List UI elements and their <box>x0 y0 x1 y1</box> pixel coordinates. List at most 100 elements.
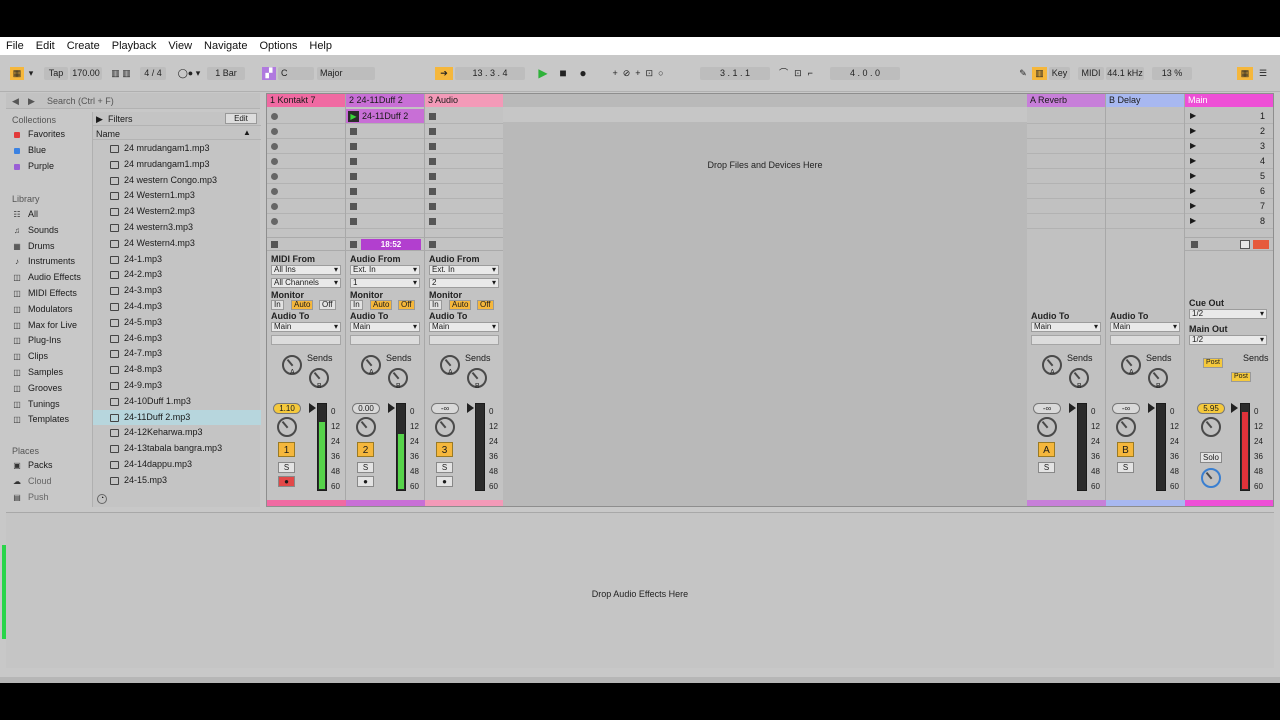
record-arm-slot-icon[interactable] <box>271 218 278 225</box>
clip-slot[interactable]: ▶ 24-11Duff 2 <box>346 109 424 124</box>
clip-slot[interactable] <box>267 214 345 229</box>
track-activator-button[interactable]: 3 <box>436 442 453 457</box>
scene-launch-icon[interactable]: ▶ <box>1190 186 1196 195</box>
clip-slot[interactable] <box>346 184 424 199</box>
volume-fader-handle[interactable] <box>1069 403 1076 413</box>
library-item-9[interactable]: ◫ Clips <box>12 350 48 363</box>
menu-navigate[interactable]: Navigate <box>204 40 247 52</box>
record-arm-slot-icon[interactable] <box>271 188 278 195</box>
audio-out-dropdown[interactable]: Main <box>271 322 341 332</box>
scale-mode-icon[interactable]: ▞ <box>262 67 276 80</box>
clip-slot[interactable] <box>267 154 345 169</box>
name-column-header[interactable]: Name ▲ <box>93 127 261 140</box>
library-item-12[interactable]: ◫ Tunings <box>12 398 59 411</box>
clip-stop-slot-icon[interactable] <box>350 188 357 195</box>
metronome-icon[interactable]: ◯● ▾ <box>174 67 204 80</box>
library-item-13[interactable]: ◫ Templates <box>12 413 69 426</box>
volume-field[interactable]: -∞ <box>1033 403 1061 414</box>
monitor-in-button[interactable]: In <box>271 300 284 310</box>
sort-up-icon[interactable]: ▲ <box>243 128 251 137</box>
file-row[interactable]: 24-11Duff 2.mp3 <box>93 409 261 425</box>
scene-row[interactable]: ▶ 5 <box>1185 169 1273 184</box>
file-row[interactable]: 24 Western4.mp3 <box>93 236 261 251</box>
volume-fader-handle[interactable] <box>467 403 474 413</box>
time-signature-field[interactable]: 4 / 4 <box>140 67 166 80</box>
draw-mode-icon[interactable]: ✎ <box>1017 67 1029 80</box>
collection-1[interactable]: Blue <box>12 144 46 157</box>
library-item-11[interactable]: ◫ Grooves <box>12 382 62 395</box>
input-type-dropdown[interactable]: Ext. In <box>429 265 499 275</box>
cue-out-dropdown[interactable]: 1/2 <box>1189 309 1267 319</box>
file-row[interactable]: 24 Western1.mp3 <box>93 188 261 203</box>
stop-record-icon[interactable] <box>1253 240 1269 249</box>
clip-play-icon[interactable]: ▶ <box>348 111 359 122</box>
device-view[interactable]: Drop Audio Effects Here <box>2 512 1274 668</box>
menu-playback[interactable]: Playback <box>112 40 157 52</box>
menu-file[interactable]: File <box>6 40 24 52</box>
library-item-8[interactable]: ◫ Plug-Ins <box>12 334 61 347</box>
return-activator-button[interactable]: A <box>1038 442 1055 457</box>
keyboard-icon[interactable]: ▥ <box>1032 67 1047 80</box>
record-arm-slot-icon[interactable] <box>271 143 278 150</box>
file-row[interactable]: 24-8.mp3 <box>93 362 261 377</box>
record-icon[interactable]: ● <box>576 67 590 80</box>
clip-slot[interactable] <box>346 154 424 169</box>
audio-out-dropdown[interactable]: Main <box>350 322 420 332</box>
master-pan-knob[interactable] <box>1201 417 1221 437</box>
monitor-off-button[interactable]: Off <box>477 300 494 310</box>
solo-button[interactable]: S <box>436 462 453 473</box>
file-row[interactable]: 24-6.mp3 <box>93 331 261 346</box>
clip-slot[interactable] <box>267 169 345 184</box>
drop-area[interactable]: Drop Files and Devices Here <box>503 94 1027 506</box>
return-header[interactable]: B Delay <box>1106 94 1184 107</box>
key-map-button[interactable]: Key <box>1049 67 1070 80</box>
monitor-off-button[interactable]: Off <box>319 300 336 310</box>
monitor-off-button[interactable]: Off <box>398 300 415 310</box>
library-item-7[interactable]: ◫ Max for Live <box>12 319 77 332</box>
place-item-1[interactable]: ☁ Cloud <box>12 475 52 488</box>
volume-field[interactable]: -∞ <box>431 403 459 414</box>
loop-length-field[interactable]: 4 . 0 . 0 <box>830 67 900 80</box>
library-item-0[interactable]: ☷ All <box>12 208 38 221</box>
record-arm-slot-icon[interactable] <box>271 203 278 210</box>
clip-slot[interactable] <box>346 169 424 184</box>
scale-dropdown[interactable]: Major <box>317 67 375 80</box>
collection-0[interactable]: Favorites <box>12 128 65 141</box>
clip-stop-slot-icon[interactable] <box>429 128 436 135</box>
midi-map-button[interactable]: MIDI <box>1078 67 1104 80</box>
master-fader-handle[interactable] <box>1231 403 1238 413</box>
record-arm-slot-icon[interactable] <box>271 173 278 180</box>
scene-row[interactable]: ▶ 6 <box>1185 184 1273 199</box>
record-arm-button[interactable]: ● <box>357 476 374 487</box>
clip-slot[interactable] <box>425 109 503 124</box>
scene-launch-icon[interactable]: ▶ <box>1190 171 1196 180</box>
filters-label[interactable]: Filters <box>108 114 133 124</box>
master-volume-field[interactable]: 5.95 <box>1197 403 1225 414</box>
session-view-icon[interactable]: ▦ <box>1237 67 1253 80</box>
file-row[interactable]: 24-7.mp3 <box>93 346 261 361</box>
menu-help[interactable]: Help <box>309 40 332 52</box>
scene-row[interactable]: ▶ 7 <box>1185 199 1273 214</box>
record-arm-button[interactable]: ● <box>278 476 295 487</box>
volume-fader-handle[interactable] <box>309 403 316 413</box>
menu-options[interactable]: Options <box>259 40 297 52</box>
stop-clips-icon[interactable] <box>271 241 278 248</box>
clip-stop-slot-icon[interactable] <box>429 188 436 195</box>
record-arm-slot-icon[interactable] <box>271 128 278 135</box>
clip-slot[interactable] <box>267 109 345 124</box>
solo-button[interactable]: S <box>1117 462 1134 473</box>
input-type-dropdown[interactable]: Ext. In <box>350 265 420 275</box>
unfold-icon[interactable] <box>1240 240 1250 249</box>
library-item-1[interactable]: ♫ Sounds <box>12 224 59 237</box>
menu-view[interactable]: View <box>168 40 192 52</box>
place-item-2[interactable]: ▤ Push <box>12 491 48 504</box>
pan-knob[interactable] <box>277 417 297 437</box>
library-item-6[interactable]: ◫ Modulators <box>12 303 72 316</box>
file-row[interactable]: 24-9.mp3 <box>93 378 261 393</box>
menu-create[interactable]: Create <box>67 40 100 52</box>
back-arrow-icon[interactable]: ◀ <box>12 96 19 107</box>
pan-knob[interactable] <box>1037 417 1057 437</box>
file-row[interactable]: 24-4.mp3 <box>93 299 261 314</box>
collection-2[interactable]: Purple <box>12 160 54 173</box>
clip-slot[interactable] <box>346 214 424 229</box>
